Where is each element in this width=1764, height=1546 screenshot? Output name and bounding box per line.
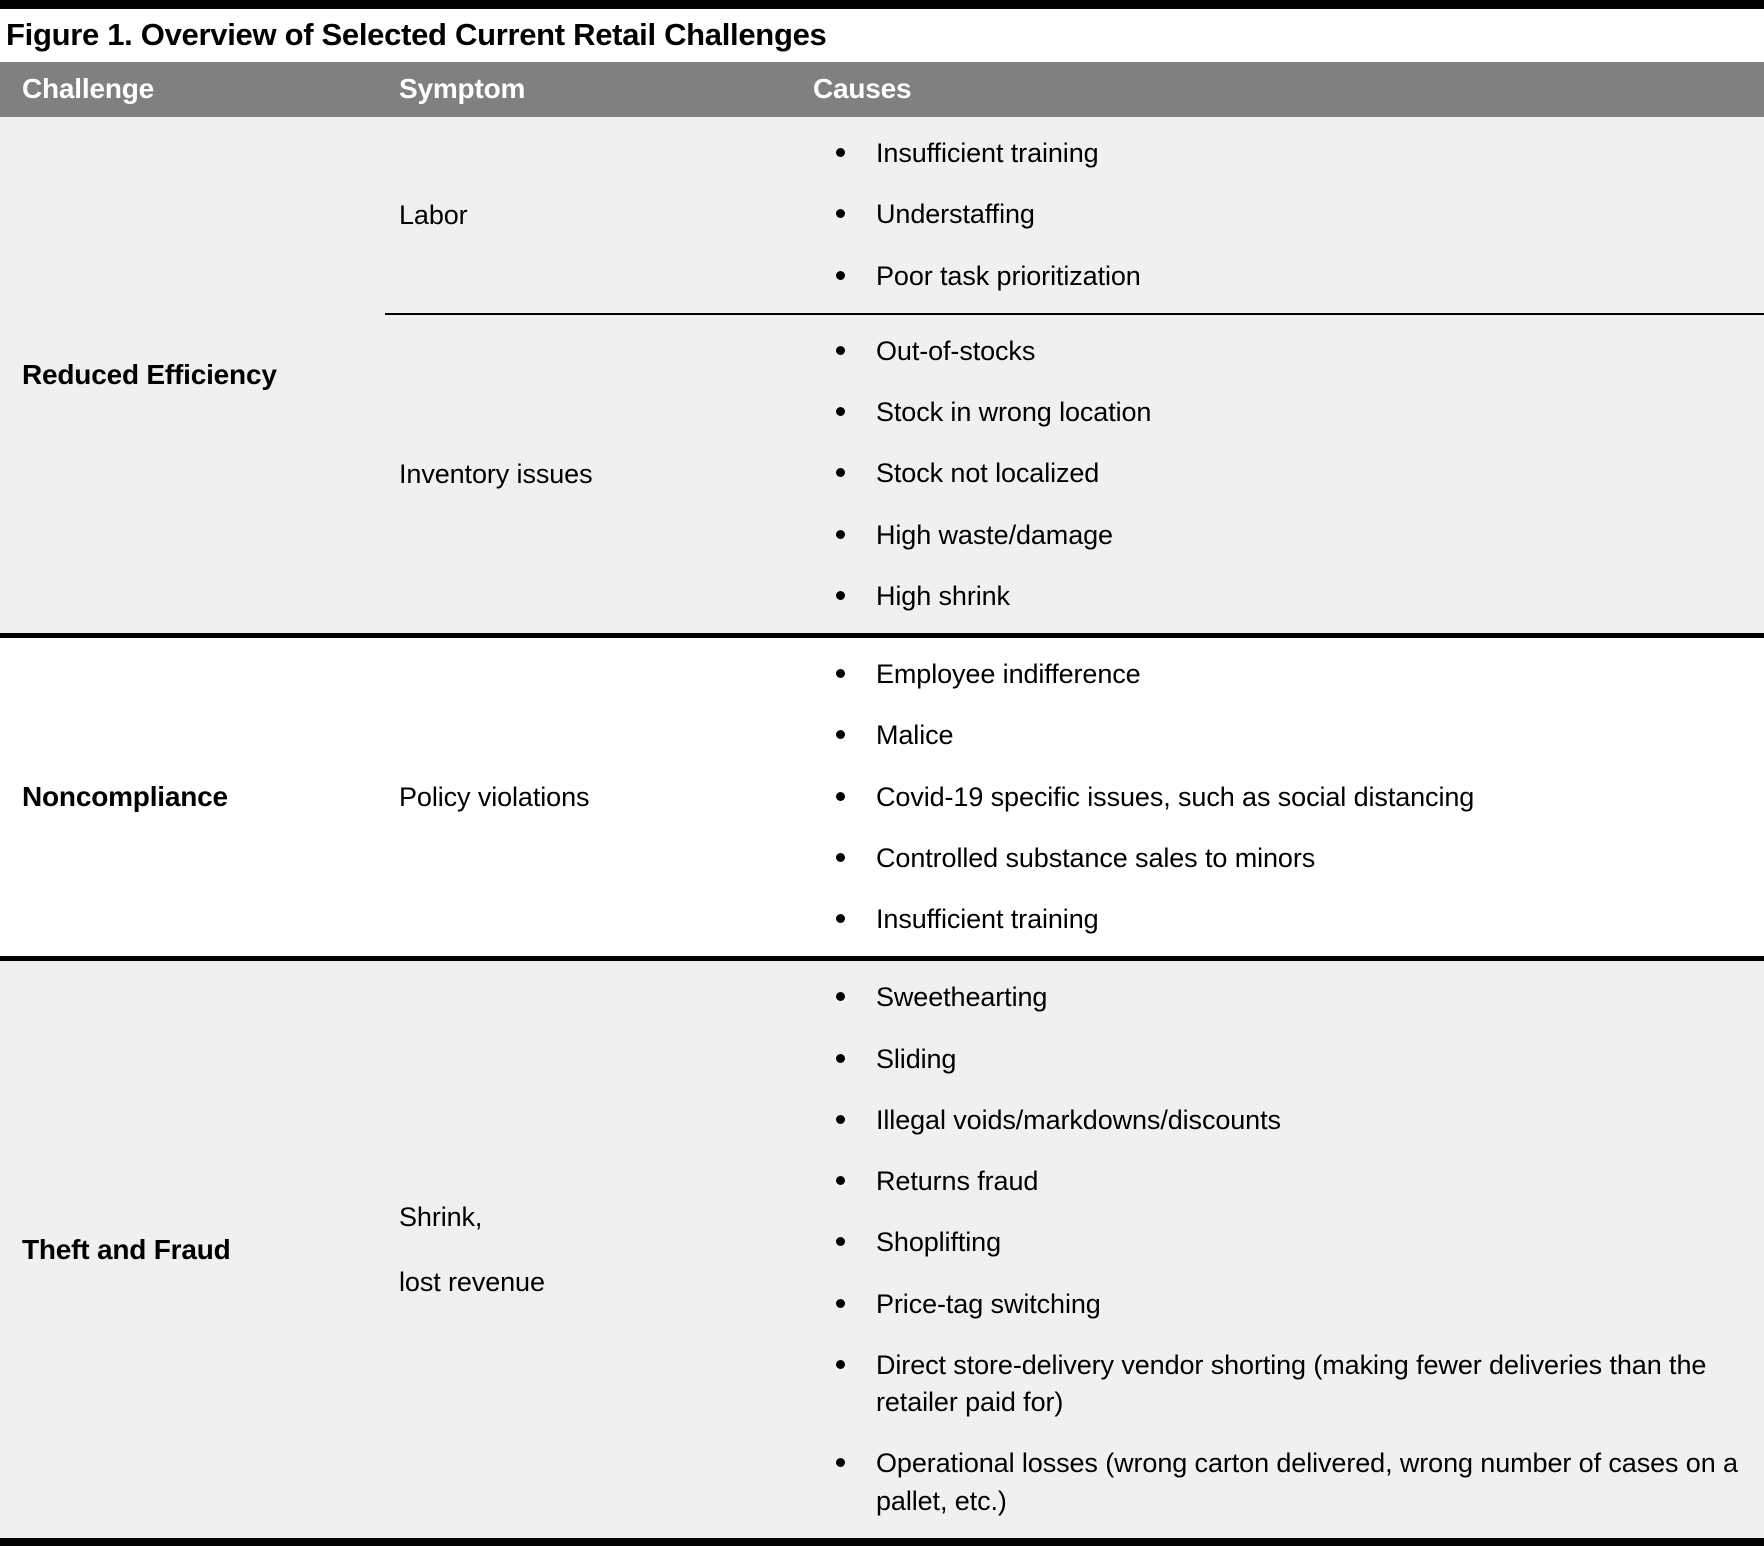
cause-text: Out-of-stocks [876,335,1036,366]
retail-challenges-table: Challenge Symptom Causes Reduced Efficie… [0,62,1764,1538]
table-row: Reduced Efficiency Labor Insufficient trai… [0,117,1764,636]
cause-list-item: Returns fraud [800,1163,1740,1200]
cause-list-item: Malice [800,717,1740,754]
bullet-icon [836,1176,845,1185]
symptom-line: Labor [399,199,468,230]
cause-text: High shrink [876,580,1010,611]
cause-text: Employee indifference [876,659,1141,689]
bullet-icon [836,1298,845,1308]
cause-text: Sliding [876,1043,957,1074]
causes-cell: Out-of-stocks Stock in wrong location Stoc… [800,312,1764,636]
challenge-label: Theft and Fraud [0,956,385,1538]
cause-list-item: Insufficient training [800,901,1740,938]
causes-list: Sweethearting Sliding Illegal voids/markdo… [800,961,1764,1538]
cause-list-item: Insufficient training [800,135,1740,172]
cause-list-item: Covid-19 specific issues, such as social… [800,779,1740,816]
bullet-icon [836,345,845,355]
bullet-icon [836,992,845,1002]
symptom-label: Labor [385,117,800,314]
bullet-icon [836,791,845,801]
causes-list: Employee indifference Malice Covid-19 spec… [800,638,1764,956]
table-body: Reduced Efficiency Labor Insufficient trai… [0,117,1764,1538]
causes-cell: Employee indifference Malice Covid-19 spec… [800,632,1764,959]
table-header-row: Challenge Symptom Causes [0,62,1764,117]
bullet-icon [836,209,845,219]
cause-list-item: Understaffing [800,196,1740,233]
symptom-line: Shrink, [399,1202,483,1233]
cause-text: Stock in wrong location [876,397,1152,427]
symptom-line: Policy violations [399,781,590,812]
causes-cell: Insufficient training Understaffing Poor t… [800,117,1764,314]
table-header: Challenge Symptom Causes [0,62,1764,117]
bullet-icon [836,1114,845,1124]
table-row: Theft and Fraud Shrink, lost revenue Sweeth… [0,956,1764,1538]
table-row: Noncompliance Policy violations Employee i… [0,632,1764,959]
cause-list-item: Poor task prioritization [800,258,1740,295]
bullet-icon [836,1053,845,1063]
bullet-icon [836,590,845,600]
bullet-icon [836,730,845,740]
cause-list-item: Out-of-stocks [800,333,1740,370]
causes-cell: Sweethearting Sliding Illegal voids/markdo… [800,956,1764,1538]
cause-list-item: Sweethearting [800,979,1740,1016]
cause-list-item: Stock not localized [800,455,1740,492]
cause-list-item: Price-tag switching [800,1286,1740,1323]
cause-text: Shoplifting [876,1227,1001,1258]
bullet-icon [836,468,845,478]
symptom-line: lost revenue [399,1266,545,1297]
cause-list-item: Operational losses (wrong carton deliver… [800,1445,1740,1520]
cause-list-item: Direct store-delivery vendor shorting (m… [800,1347,1740,1422]
top-black-rule [0,0,1764,9]
cause-list-item: High waste/damage [800,517,1740,554]
cause-text: Operational losses (wrong carton deliver… [876,1448,1738,1516]
bullet-icon [836,914,845,923]
cause-text: Controlled substance sales to minors [876,842,1316,873]
symptom-label: Shrink, lost revenue [385,956,800,1538]
bullet-icon [836,148,845,157]
column-header-symptom: Symptom [385,62,800,117]
cause-text: Price-tag switching [876,1288,1101,1319]
page-title: Figure 1. Overview of Selected Current R… [6,17,827,52]
figure-page: Figure 1. Overview of Selected Current R… [0,0,1764,1546]
symptom-label: Inventory issues [385,312,800,636]
bullet-icon [836,270,845,280]
cause-list-item: High shrink [800,578,1740,615]
cause-text: Direct store-delivery vendor shorting (m… [876,1349,1707,1417]
cause-text: Stock not localized [876,458,1100,489]
bullet-icon [836,852,845,862]
cause-text: Malice [876,720,954,751]
cause-text: Returns fraud [876,1166,1039,1196]
cause-text: Illegal voids/markdowns/discounts [876,1104,1281,1135]
symptom-line: Inventory issues [399,458,593,489]
cause-list-item: Illegal voids/markdowns/discounts [800,1102,1740,1139]
cause-text: Sweethearting [876,982,1048,1013]
challenge-label: Noncompliance [0,632,385,959]
cause-text: Insufficient training [876,904,1099,934]
bullet-icon [836,669,845,678]
cause-list-item: Controlled substance sales to minors [800,840,1740,877]
cause-list-item: Stock in wrong location [800,394,1740,431]
causes-list: Insufficient training Understaffing Poor t… [800,117,1764,313]
causes-list: Out-of-stocks Stock in wrong location Stoc… [800,315,1764,633]
column-header-causes: Causes [800,62,1764,117]
retail-challenges-table-wrapper: Challenge Symptom Causes Reduced Efficie… [0,62,1764,1546]
bullet-icon [836,529,845,539]
cause-list-item: Employee indifference [800,656,1740,693]
cause-text: High waste/damage [876,519,1113,550]
cause-text: Understaffing [876,199,1035,230]
cause-text: Poor task prioritization [876,260,1141,291]
cause-list-item: Sliding [800,1041,1740,1078]
cause-text: Covid-19 specific issues, such as social… [876,781,1475,812]
bullet-icon [836,1359,845,1369]
challenge-label: Reduced Efficiency [0,117,385,636]
cause-list-item: Shoplifting [800,1224,1740,1261]
column-header-challenge: Challenge [0,62,385,117]
symptom-label: Policy violations [385,632,800,959]
cause-text: Insufficient training [876,138,1099,168]
bullet-icon [836,407,845,416]
bullet-icon [836,1458,845,1468]
bullet-icon [836,1237,845,1247]
